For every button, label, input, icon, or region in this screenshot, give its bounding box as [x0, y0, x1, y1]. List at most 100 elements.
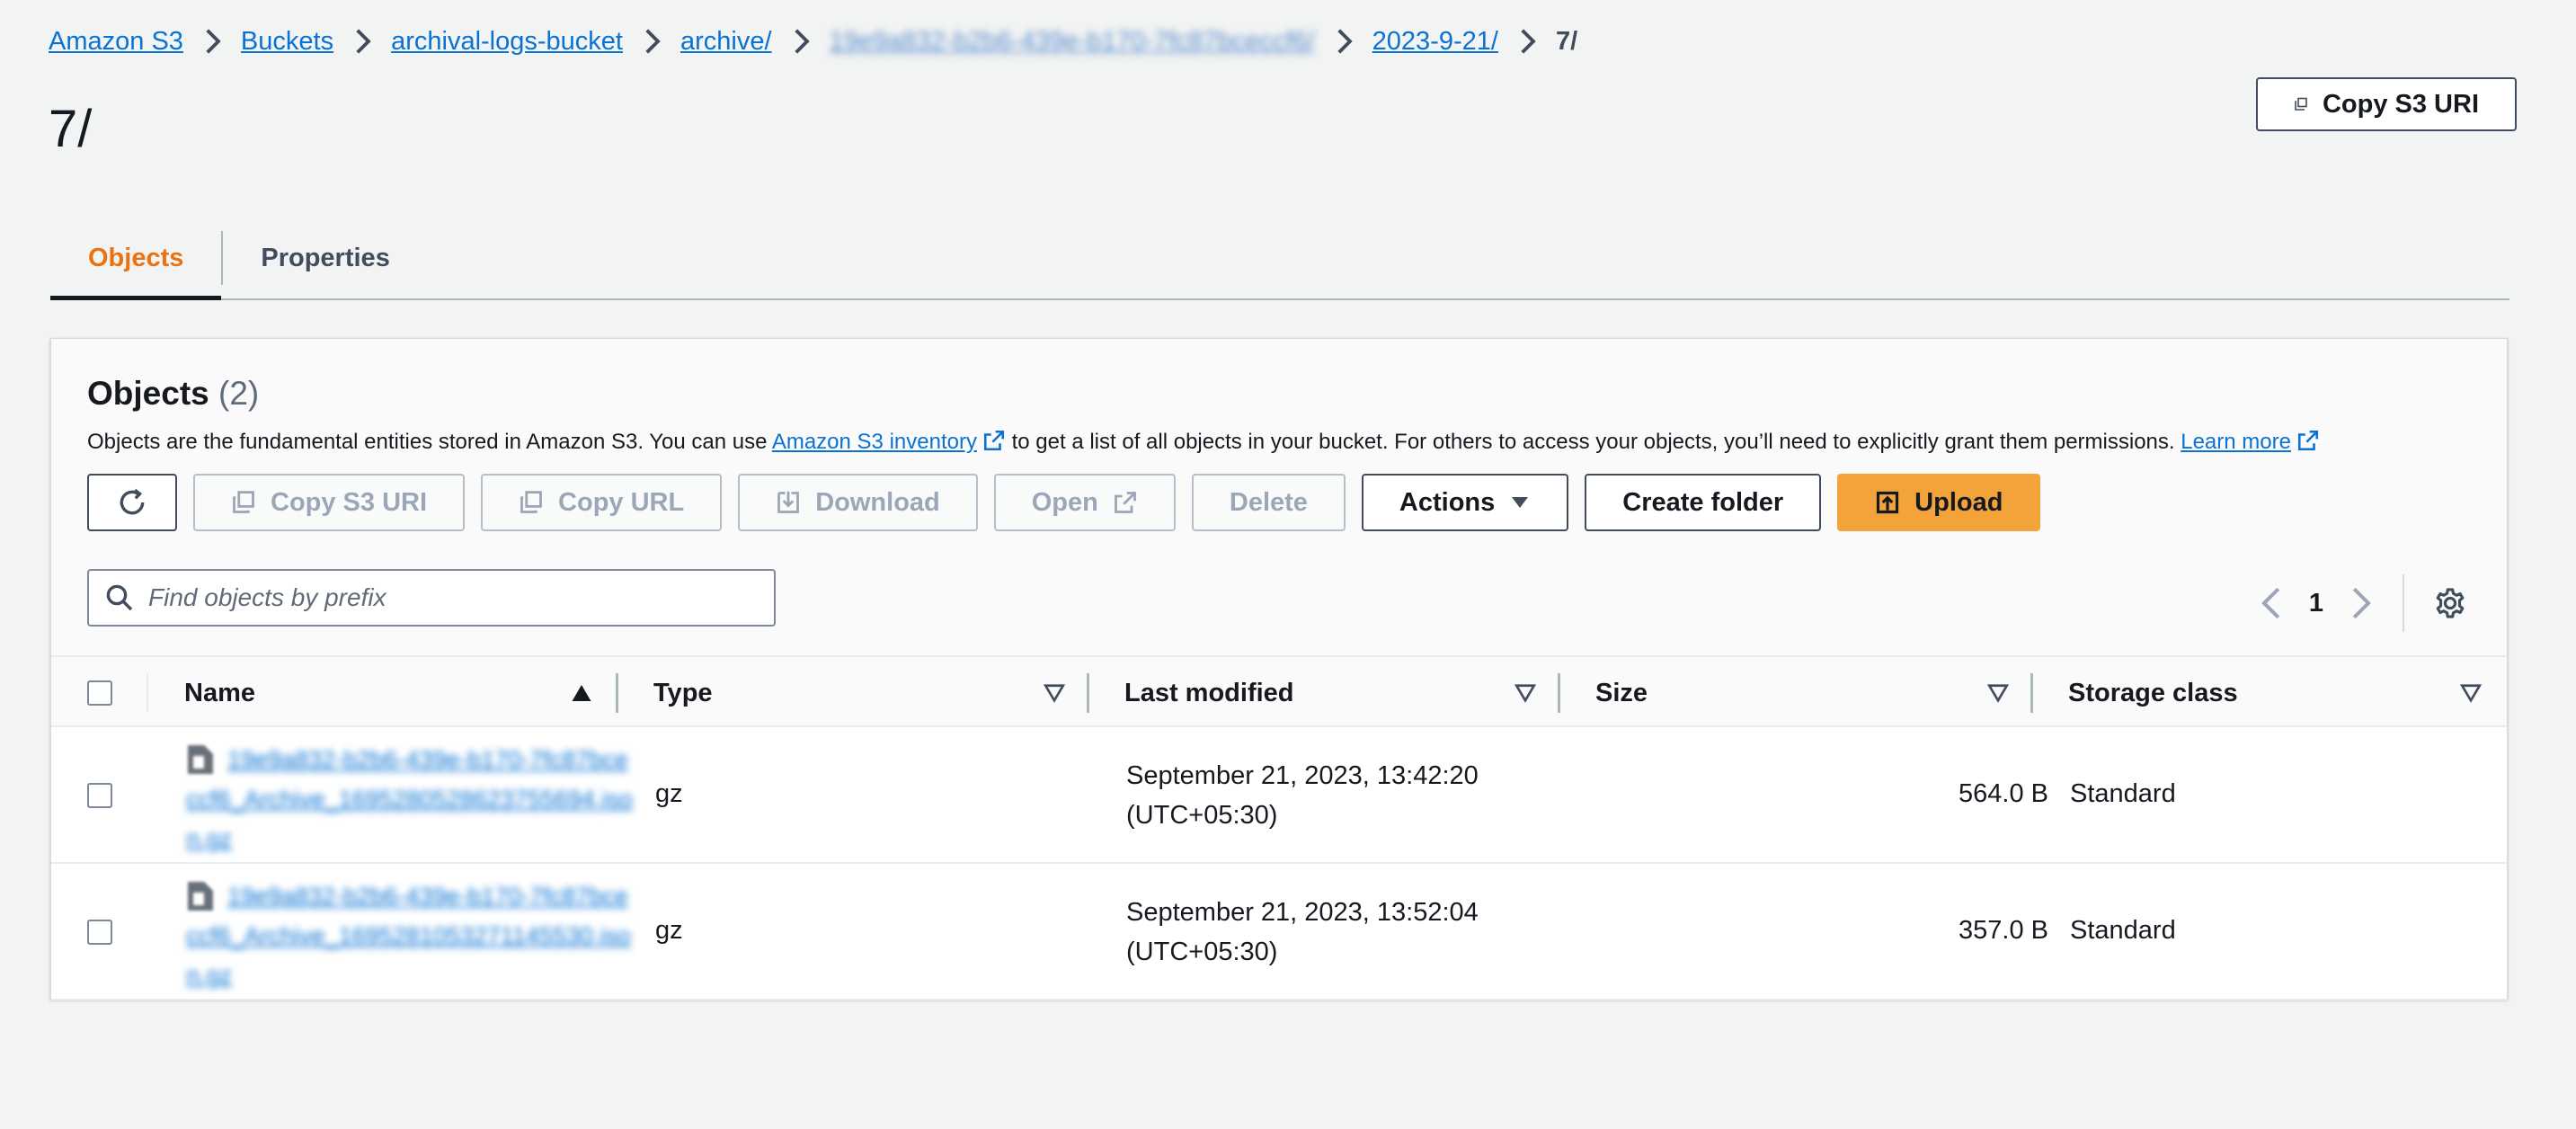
breadcrumb: Amazon S3 Buckets archival-logs-bucket a…: [49, 25, 1577, 58]
sort-triangle-icon[interactable]: [2460, 682, 2482, 704]
copy-url-button[interactable]: Copy URL: [481, 474, 723, 531]
objects-panel: Objects (2) Objects are the fundamental …: [50, 338, 2508, 1000]
column-separator[interactable]: [2030, 673, 2033, 713]
object-type: gz: [655, 779, 683, 808]
external-link-icon: [2297, 430, 2319, 451]
copy-s3-uri-toolbar-button[interactable]: Copy S3 URI: [193, 474, 466, 531]
open-label: Open: [1031, 487, 1098, 517]
column-storage-class-label: Storage class: [2068, 678, 2238, 707]
create-folder-button[interactable]: Create folder: [1585, 474, 1822, 531]
chevron-right-icon: [333, 29, 391, 54]
open-button[interactable]: Open: [993, 474, 1176, 531]
chevron-right-icon[interactable]: [2347, 587, 2374, 619]
download-label: Download: [815, 487, 940, 517]
breadcrumb-date-folder[interactable]: 2023-9-21/: [1372, 27, 1498, 57]
copy-s3-uri-toolbar-label: Copy S3 URI: [271, 487, 428, 517]
column-separator[interactable]: [1558, 673, 1560, 713]
delete-button[interactable]: Delete: [1191, 474, 1346, 531]
pagination: 1: [2259, 574, 2467, 632]
column-type-label: Type: [653, 678, 713, 707]
breadcrumb-archive[interactable]: archive/: [680, 27, 772, 57]
refresh-button[interactable]: [87, 474, 177, 531]
row-checkbox[interactable]: [87, 920, 112, 945]
object-modified-tz: (UTC+05:30): [1126, 801, 1278, 830]
breadcrumb-bucket[interactable]: archival-logs-bucket: [391, 27, 623, 57]
copy-s3-uri-button[interactable]: Copy S3 URI: [2256, 77, 2517, 131]
inventory-link[interactable]: Amazon S3 inventory: [772, 430, 977, 454]
objects-table: Name Type Last modified Size Storage cla…: [51, 655, 2507, 1000]
upload-button[interactable]: Upload: [1837, 474, 2041, 531]
tab-bar: Objects Properties: [50, 218, 2509, 300]
column-size[interactable]: Size: [1595, 657, 1648, 729]
chevron-left-icon[interactable]: [2259, 587, 2286, 619]
tab-properties[interactable]: Properties: [223, 218, 427, 298]
table-row[interactable]: 19e9a832-b2b6-439e-b170-7fc87bceccf6_Arc…: [51, 727, 2507, 864]
object-size: 357.0 B: [1959, 916, 2048, 945]
column-size-label: Size: [1595, 678, 1648, 707]
objects-heading: Objects (2): [87, 375, 259, 413]
select-all-cell: [87, 657, 112, 729]
external-link-icon: [983, 430, 1005, 451]
search-box: [87, 569, 776, 627]
object-type: gz: [655, 916, 683, 945]
objects-toolbar: Copy S3 URI Copy URL Download Open Delet…: [87, 474, 2041, 531]
column-name[interactable]: Name: [184, 657, 255, 729]
column-type[interactable]: Type: [653, 657, 713, 729]
gear-icon[interactable]: [2433, 586, 2467, 620]
breadcrumb-amazon-s3[interactable]: Amazon S3: [49, 27, 183, 57]
desc-part-2: to get a list of all objects in your buc…: [1005, 430, 2181, 454]
search-input[interactable]: [148, 583, 724, 612]
actions-dropdown[interactable]: Actions: [1361, 474, 1569, 531]
column-last-modified[interactable]: Last modified: [1124, 657, 1294, 729]
sort-triangle-icon[interactable]: [1515, 682, 1536, 704]
object-size: 564.0 B: [1959, 779, 2048, 808]
breadcrumb-current: 7/: [1555, 26, 1578, 56]
search-icon: [106, 584, 133, 611]
objects-heading-label: Objects: [87, 375, 209, 412]
tab-objects-label: Objects: [88, 243, 184, 272]
sort-ascending-icon[interactable]: [571, 682, 592, 704]
column-storage-class[interactable]: Storage class: [2068, 657, 2238, 729]
breadcrumb-buckets[interactable]: Buckets: [241, 27, 333, 57]
page-title: 7/: [49, 100, 93, 158]
object-modified-date: September 21, 2023, 13:42:20: [1126, 761, 1479, 790]
table-header: Name Type Last modified Size Storage cla…: [51, 655, 2507, 727]
objects-count: (2): [218, 375, 260, 412]
desc-part-1: Objects are the fundamental entities sto…: [87, 430, 772, 454]
object-modified-date: September 21, 2023, 13:52:04: [1126, 898, 1479, 927]
external-link-icon: [1114, 492, 1136, 513]
sort-triangle-icon[interactable]: [1987, 682, 2009, 704]
create-folder-label: Create folder: [1622, 487, 1784, 517]
select-all-checkbox[interactable]: [87, 680, 112, 706]
copy-icon: [520, 491, 542, 513]
breadcrumb-uuid-folder[interactable]: 19e9a832-b2b6-439e-b170-7fc87bceccf6/: [830, 27, 1315, 57]
tab-objects[interactable]: Objects: [50, 218, 222, 300]
sort-triangle-icon[interactable]: [1044, 682, 1065, 704]
row-checkbox[interactable]: [87, 783, 112, 808]
refresh-icon: [120, 488, 145, 515]
column-name-label: Name: [184, 678, 255, 707]
chevron-right-icon: [1498, 29, 1556, 54]
learn-more-link[interactable]: Learn more: [2181, 430, 2291, 454]
copy-url-label: Copy URL: [558, 487, 685, 517]
copy-icon: [233, 491, 254, 513]
pager-divider: [2403, 574, 2404, 632]
table-row[interactable]: 19e9a832-b2b6-439e-b170-7fc87bceccf6_Arc…: [51, 864, 2507, 1000]
column-last-modified-label: Last modified: [1124, 678, 1294, 707]
delete-label: Delete: [1229, 487, 1308, 517]
actions-label: Actions: [1399, 487, 1496, 517]
column-separator[interactable]: [1087, 673, 1089, 713]
object-name-link[interactable]: 19e9a832-b2b6-439e-b170-7fc87bceccf6_Arc…: [186, 876, 635, 995]
page-number[interactable]: 1: [2309, 589, 2323, 618]
upload-icon: [1877, 491, 1899, 514]
download-button[interactable]: Download: [738, 474, 978, 531]
copy-s3-uri-label: Copy S3 URI: [2322, 89, 2479, 119]
objects-description: Objects are the fundamental entities sto…: [87, 429, 2320, 455]
object-storage-class: Standard: [2070, 779, 2176, 808]
object-name-link[interactable]: 19e9a832-b2b6-439e-b170-7fc87bceccf6_Arc…: [186, 740, 635, 858]
caret-down-icon: [1512, 497, 1529, 508]
chevron-right-icon: [623, 29, 680, 54]
column-separator[interactable]: [616, 673, 618, 713]
chevron-right-icon: [183, 29, 241, 54]
chevron-right-icon: [772, 29, 830, 54]
